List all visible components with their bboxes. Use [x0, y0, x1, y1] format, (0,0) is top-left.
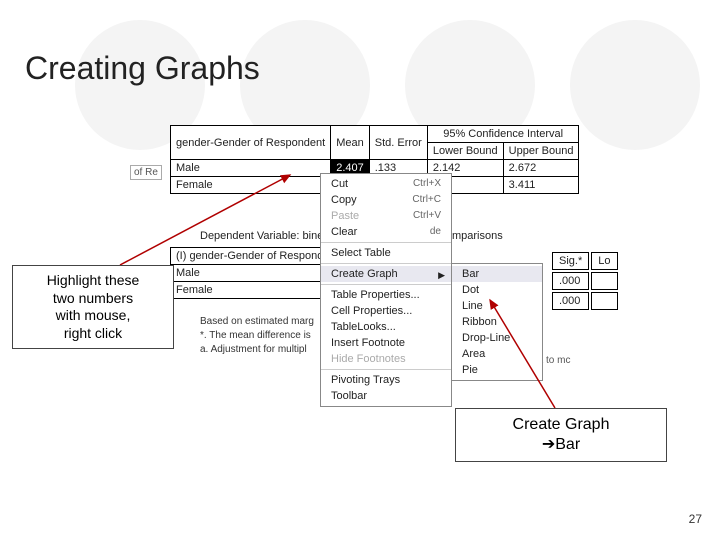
- menu-clear[interactable]: Clearde: [321, 224, 451, 240]
- menu-pivoting-trays[interactable]: Pivoting Trays: [321, 372, 451, 388]
- menu-create-graph[interactable]: Create Graph▶ Bar Dot Line Ribbon Drop-L…: [321, 266, 451, 282]
- submenu-ribbon[interactable]: Ribbon: [452, 314, 542, 330]
- menu-select-table[interactable]: Select Table: [321, 245, 451, 261]
- menu-insert-footnote[interactable]: Insert Footnote: [321, 335, 451, 351]
- callout-line: right click: [23, 325, 163, 343]
- comparisons-title-fragment: mparisons: [452, 230, 503, 242]
- dependent-variable-label: Dependent Variable: binem: [200, 230, 333, 242]
- callout-line: Create Graph: [513, 416, 610, 433]
- callout-highlight-rightclick: Highlight these two numbers with mouse, …: [12, 265, 174, 349]
- create-graph-submenu: Bar Dot Line Ribbon Drop-Line Area Pie: [451, 263, 543, 381]
- submenu-area[interactable]: Area: [452, 346, 542, 362]
- slide-number: 27: [689, 512, 702, 526]
- screenshot-region: of Re gender-Gender of Respondent Mean S…: [170, 125, 670, 395]
- menu-toolbar[interactable]: Toolbar: [321, 388, 451, 404]
- sig-table: Sig.*Lo .000 .000: [550, 250, 620, 312]
- submenu-line[interactable]: Line: [452, 298, 542, 314]
- footnotes-block: Based on estimated marg *. The mean diff…: [200, 315, 314, 357]
- callout-line: Bar: [555, 436, 580, 453]
- callout-create-graph-bar: Create Graph ➔Bar: [455, 408, 667, 462]
- callout-line: with mouse,: [23, 307, 163, 325]
- col-gender: gender-Gender of Respondent: [171, 126, 331, 160]
- menu-table-properties[interactable]: Table Properties...: [321, 287, 451, 303]
- callout-line: Highlight these: [23, 272, 163, 290]
- chevron-right-icon: ▶: [438, 270, 445, 281]
- menu-cut[interactable]: CutCtrl+X: [321, 176, 451, 192]
- submenu-dropline[interactable]: Drop-Line: [452, 330, 542, 346]
- col-ci: 95% Confidence Interval: [427, 126, 579, 143]
- menu-hide-footnotes: Hide Footnotes: [321, 351, 451, 367]
- slide-title: Creating Graphs: [25, 50, 260, 87]
- col-upper: Upper Bound: [503, 143, 579, 160]
- col-mean: Mean: [331, 126, 370, 160]
- menu-copy[interactable]: CopyCtrl+C: [321, 192, 451, 208]
- context-menu: CutCtrl+X CopyCtrl+C PasteCtrl+V Clearde…: [320, 173, 452, 407]
- submenu-dot[interactable]: Dot: [452, 282, 542, 298]
- col-stderr: Std. Error: [369, 126, 427, 160]
- truncated-label: of Re: [130, 165, 162, 180]
- col-lower: Lower Bound: [427, 143, 503, 160]
- arrow-glyph: ➔: [542, 436, 555, 453]
- submenu-bar[interactable]: Bar: [452, 266, 542, 282]
- submenu-pie[interactable]: Pie: [452, 362, 542, 378]
- menu-tablelooks[interactable]: TableLooks...: [321, 319, 451, 335]
- menu-paste: PasteCtrl+V: [321, 208, 451, 224]
- callout-line: two numbers: [23, 290, 163, 308]
- menu-cell-properties[interactable]: Cell Properties...: [321, 303, 451, 319]
